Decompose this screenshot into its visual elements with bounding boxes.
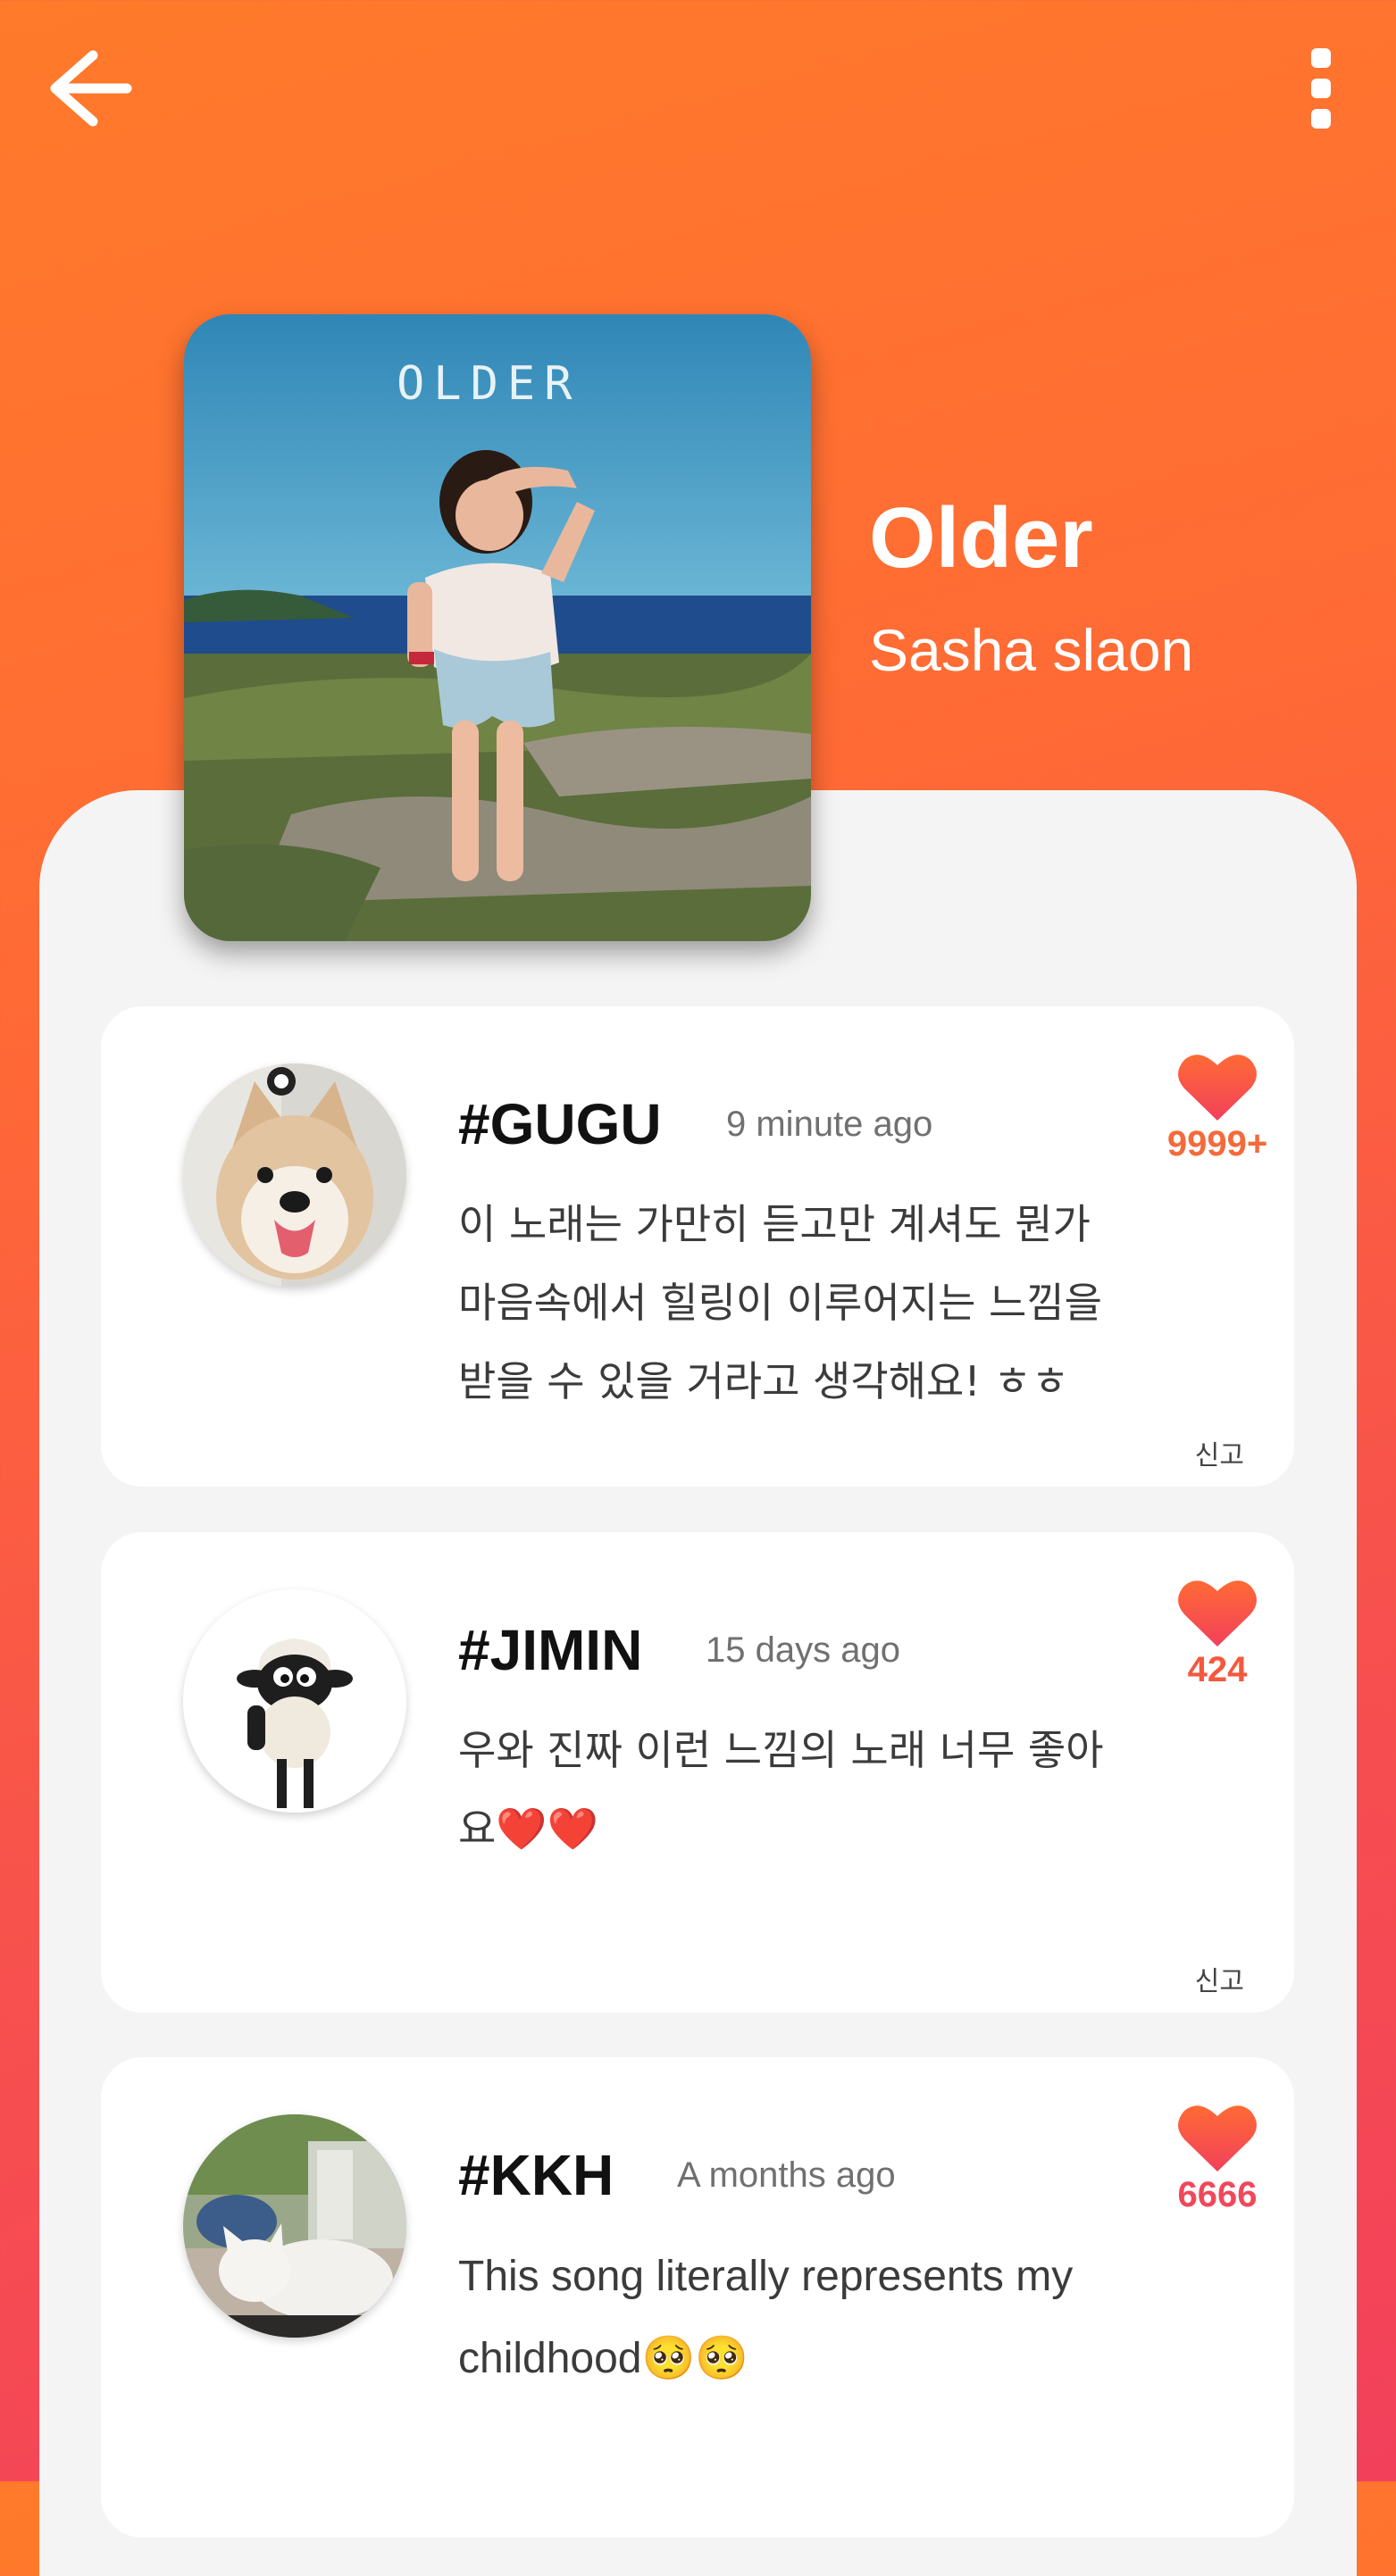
comment-timestamp: 9 minute ago: [726, 1105, 933, 1144]
comment-text: This song literally represents my childh…: [458, 2253, 1074, 2382]
back-button[interactable]: [39, 39, 138, 138]
dog-avatar-image: [183, 1063, 406, 1287]
like-button[interactable]: 424: [1155, 1577, 1280, 1690]
heart-icon: [1178, 2105, 1257, 2172]
sheep-avatar-image: [183, 1589, 406, 1813]
more-vertical-icon: [1311, 48, 1331, 129]
heart-icon: [1178, 1055, 1257, 1121]
user-avatar[interactable]: [183, 1063, 406, 1287]
comment-username[interactable]: #KKH: [458, 2142, 614, 2208]
like-count: 9999+: [1166, 1124, 1268, 1163]
user-avatar[interactable]: [183, 2114, 406, 2338]
song-artist: Sasha slaon: [869, 617, 1194, 683]
comment-text: 우와 진짜 이런 느낌의 노래 너무 좋아요❤️❤️: [458, 1726, 1104, 1853]
album-cover: OLDER: [184, 314, 811, 941]
song-title: Older: [869, 490, 1093, 586]
heart-icon: [1178, 1580, 1257, 1646]
cover-title-text: OLDER: [397, 357, 581, 411]
arrow-left-icon: [50, 50, 132, 127]
comment-username[interactable]: #GUGU: [458, 1091, 662, 1157]
like-button[interactable]: 9999+: [1155, 1051, 1280, 1164]
report-button[interactable]: 신고: [1195, 1959, 1244, 1998]
more-options-button[interactable]: [1285, 39, 1357, 138]
like-button[interactable]: 6666: [1155, 2102, 1280, 2215]
comment-card: #GUGU 9 minute ago 이 노래는 가만히 듣고만 계셔도 뭔가 …: [101, 1006, 1294, 1487]
comment-username[interactable]: #JIMIN: [458, 1617, 642, 1683]
comment-card: #JIMIN 15 days ago 우와 진짜 이런 느낌의 노래 너무 좋아…: [101, 1532, 1294, 2013]
like-count: 6666: [1177, 2175, 1258, 2214]
comment-timestamp: A months ago: [677, 2155, 896, 2195]
user-avatar[interactable]: [183, 1589, 406, 1813]
comment-text: 이 노래는 가만히 듣고만 계셔도 뭔가 마음속에서 힐링이 이루어지는 느낌을…: [458, 1200, 1102, 1405]
cat-avatar-image: [183, 2114, 406, 2338]
comment-timestamp: 15 days ago: [706, 1630, 900, 1670]
comment-card: #KKH A months ago This song literally re…: [101, 2057, 1294, 2538]
report-button[interactable]: 신고: [1195, 1433, 1244, 1472]
like-count: 424: [1187, 1650, 1248, 1689]
